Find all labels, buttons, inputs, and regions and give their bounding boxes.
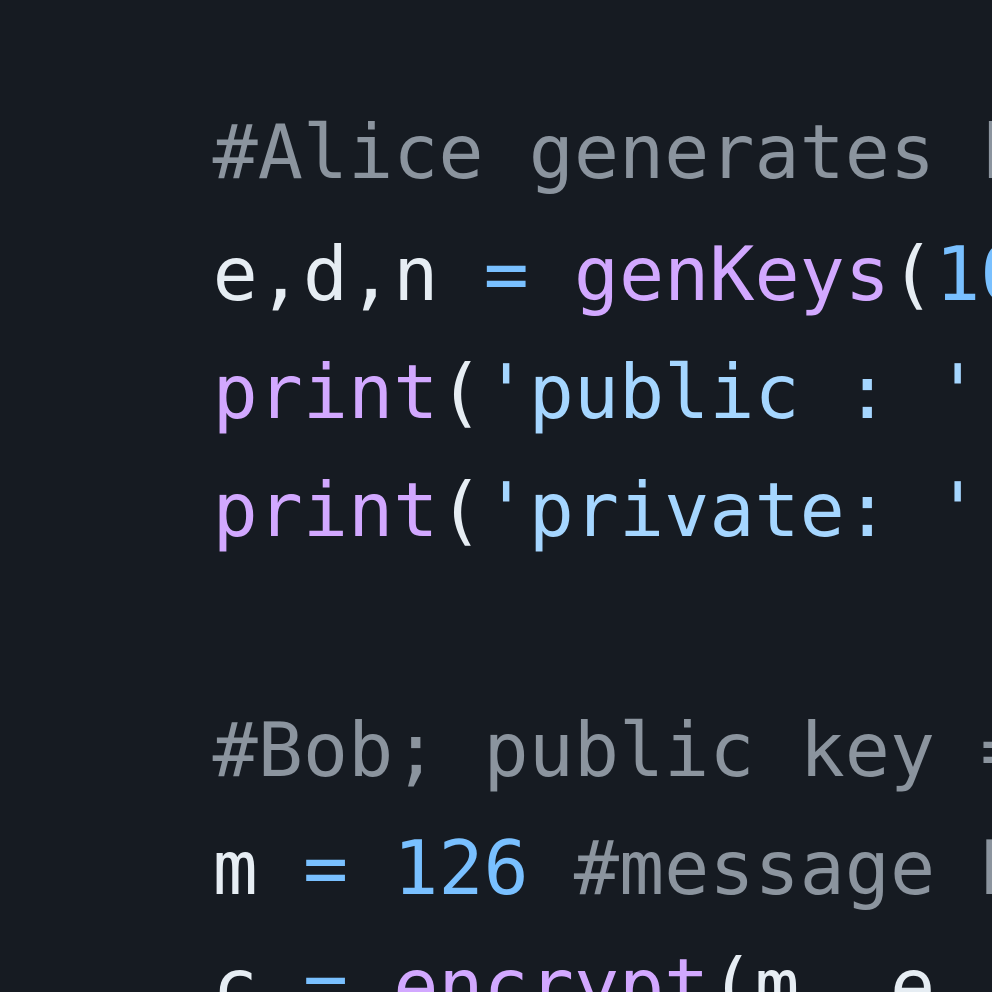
- function-token: encrypt: [393, 942, 710, 992]
- operator-token: =: [302, 942, 349, 992]
- arguments-token: ,d,n): [980, 466, 992, 554]
- function-token: print: [212, 466, 439, 554]
- arguments-token: (m, e, n): [709, 942, 981, 992]
- code-line-3: print('public : ',e,n): [32, 280, 992, 430]
- code-line-4: print('private: ',d,n): [32, 398, 992, 548]
- string-token: 'private: ': [483, 466, 981, 554]
- code-line-8: c = encrypt(m, e, n) #: [32, 874, 992, 992]
- code-line-2: e,d,n = genKeys(100,99: [32, 162, 992, 312]
- code-line-7: m = 126 #message Bob w: [32, 756, 992, 906]
- code-editor[interactable]: #Alice generates keys e,d,n = genKeys(10…: [0, 0, 992, 992]
- variable-token: c: [212, 942, 303, 992]
- code-line-1: #Alice generates keys: [32, 40, 992, 190]
- punctuation-token: (: [438, 466, 484, 554]
- code-line-6: #Bob; public key = (e,: [32, 638, 992, 788]
